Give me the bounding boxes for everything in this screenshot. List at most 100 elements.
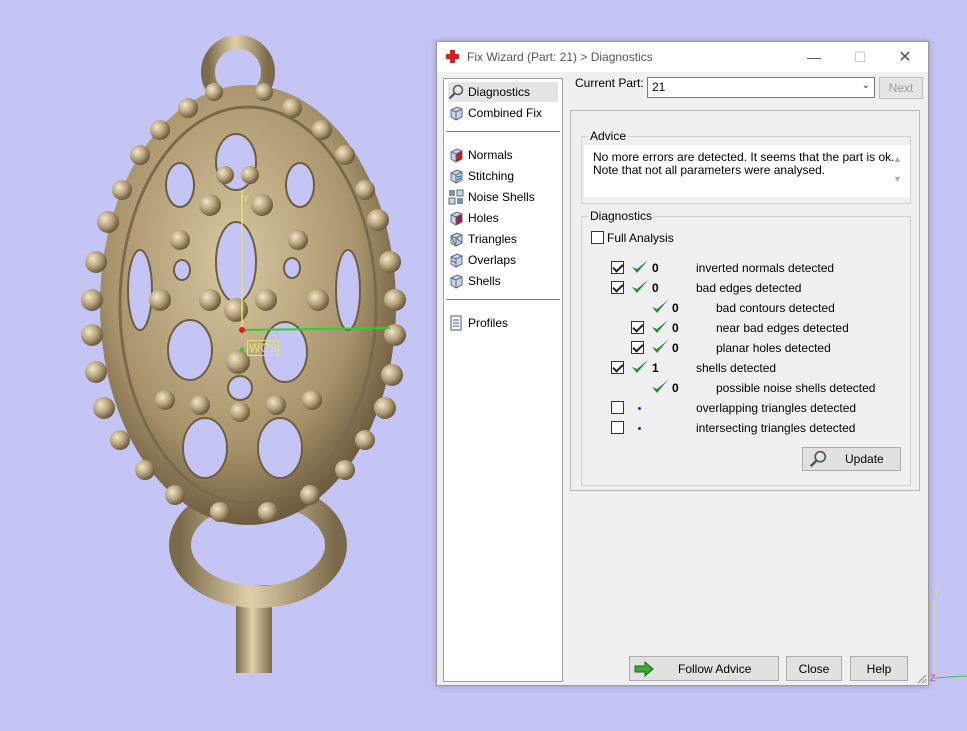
update-button[interactable]: Update: [802, 447, 901, 471]
near-bad-edges-count: 0: [672, 321, 679, 335]
advice-group: Advice No more errors are detected. It s…: [581, 129, 911, 204]
next-button[interactable]: Next: [879, 77, 923, 99]
chevron-down-icon: ⌄: [861, 80, 870, 91]
nav-label-combined-fix: Combined Fix: [468, 106, 543, 120]
minimize-button[interactable]: —: [799, 46, 829, 68]
nav-item-noise-shells[interactable]: Noise Shells: [448, 187, 535, 207]
green-check-icon: [632, 360, 648, 373]
close-window-button[interactable]: ✕: [890, 46, 920, 68]
wcs-label: WCS: [247, 340, 279, 356]
nav-separator: [446, 131, 560, 132]
resize-grip-icon[interactable]: [915, 672, 927, 684]
bad-edges-label: bad edges detected: [696, 281, 802, 295]
nav-item-normals[interactable]: Normals: [448, 145, 513, 165]
full-analysis-label: Full Analysis: [607, 231, 674, 245]
diagnostics-frame: Advice No more errors are detected. It s…: [570, 110, 920, 491]
scroll-down-icon[interactable]: ▼: [889, 169, 906, 189]
bad-contours-count: 0: [672, 301, 679, 315]
nav-separator: [446, 299, 560, 300]
noise-shells-count: 0: [672, 381, 679, 395]
nav-item-shells[interactable]: Shells: [448, 271, 501, 291]
overlapping-triangles-label: overlapping triangles detected: [696, 401, 857, 415]
noise-shells-icon: [448, 189, 464, 205]
cube-icon: [450, 106, 463, 121]
nav-label-profiles: Profiles: [468, 316, 509, 330]
intersecting-triangles-checkbox[interactable]: [611, 421, 624, 434]
nav-label-normals: Normals: [468, 148, 513, 162]
triangles-cube-icon: [450, 232, 463, 247]
corner-axis-z-label: Z: [930, 673, 936, 683]
advice-line-2: Note that not all parameters were analys…: [593, 163, 826, 177]
shells-cube-icon: [450, 274, 463, 289]
nav-item-combined-fix[interactable]: Combined Fix: [448, 103, 542, 123]
scroll-up-icon[interactable]: ▲: [889, 149, 906, 169]
dialog-title: Fix Wizard (Part: 21) > Diagnostics: [467, 50, 653, 64]
nav-item-overlaps[interactable]: Overlaps: [448, 250, 516, 270]
planar-holes-label: planar holes detected: [716, 341, 831, 355]
close-button[interactable]: Close: [786, 656, 842, 681]
nav-item-holes[interactable]: Holes: [448, 208, 499, 228]
nav-label-holes: Holes: [468, 211, 499, 225]
fix-wizard-nav: Diagnostics Combined Fix Normals Stitchi…: [443, 78, 563, 682]
update-label: Update: [845, 452, 884, 466]
pending-dot-icon: [638, 427, 641, 430]
holes-cube-icon: [450, 211, 463, 226]
current-part-label: Current Part:: [575, 76, 644, 90]
shells-count: 1: [652, 361, 659, 375]
green-check-icon: [652, 380, 668, 393]
diagnostics-group: Diagnostics Full Analysis 0 inverted nor…: [581, 209, 911, 486]
corner-axis-y-label: Y: [934, 588, 941, 598]
stitching-cube-icon: [450, 169, 463, 184]
near-bad-edges-checkbox[interactable]: [631, 321, 644, 334]
advice-scrollbar[interactable]: ▲ ▼: [889, 149, 906, 195]
full-analysis-checkbox[interactable]: [591, 231, 604, 244]
green-check-icon: [652, 320, 668, 333]
bad-contours-label: bad contours detected: [716, 301, 835, 315]
inverted-normals-label: inverted normals detected: [696, 261, 835, 275]
inverted-normals-count: 0: [652, 261, 659, 275]
fix-wizard-dialog: Fix Wizard (Part: 21) > Diagnostics — ☐ …: [436, 41, 929, 686]
green-check-icon: [632, 260, 648, 273]
magnifier-icon: [448, 84, 464, 100]
bad-edges-count: 0: [652, 281, 659, 295]
bad-edges-checkbox[interactable]: [611, 281, 624, 294]
near-bad-edges-label: near bad edges detected: [716, 321, 849, 335]
title-bar[interactable]: Fix Wizard (Part: 21) > Diagnostics — ☐ …: [437, 42, 928, 72]
overlapping-triangles-checkbox[interactable]: [611, 401, 624, 414]
help-button[interactable]: Help: [850, 656, 908, 681]
svg-text:Y: Y: [242, 193, 250, 205]
nav-label-triangles: Triangles: [468, 232, 517, 246]
pending-dot-icon: [638, 407, 641, 410]
nav-label-overlaps: Overlaps: [468, 253, 517, 267]
normals-cube-icon: [450, 148, 463, 163]
fix-wizard-cross-icon: [446, 50, 459, 63]
shells-checkbox[interactable]: [611, 361, 624, 374]
advice-text: No more errors are detected. It seems th…: [584, 145, 910, 197]
current-part-select[interactable]: 21 ⌄: [647, 77, 875, 98]
current-part-value: 21: [652, 80, 666, 94]
nav-item-diagnostics[interactable]: Diagnostics: [448, 82, 558, 102]
green-check-icon: [632, 280, 648, 293]
advice-title: Advice: [588, 129, 629, 143]
planar-holes-checkbox[interactable]: [631, 341, 644, 354]
inverted-normals-checkbox[interactable]: [611, 261, 624, 274]
nav-label-diagnostics: Diagnostics: [468, 85, 531, 99]
green-check-icon: [652, 300, 668, 313]
nav-item-triangles[interactable]: Triangles: [448, 229, 517, 249]
nav-label-noise-shells: Noise Shells: [468, 190, 535, 204]
green-arrow-right-icon: [634, 660, 654, 677]
noise-shells-label: possible noise shells detected: [716, 381, 876, 395]
follow-advice-button[interactable]: Follow Advice: [629, 656, 779, 681]
nav-item-stitching[interactable]: Stitching: [448, 166, 514, 186]
overlaps-cube-icon: [450, 253, 463, 268]
nav-label-stitching: Stitching: [468, 169, 515, 183]
maximize-button[interactable]: ☐: [845, 46, 875, 68]
follow-advice-label: Follow Advice: [678, 661, 752, 676]
magnifier-icon: [809, 450, 827, 468]
green-check-icon: [652, 340, 668, 353]
shells-label: shells detected: [696, 361, 777, 375]
profiles-document-icon: [450, 315, 462, 331]
planar-holes-count: 0: [672, 341, 679, 355]
nav-item-profiles[interactable]: Profiles: [448, 313, 508, 333]
intersecting-triangles-label: intersecting triangles detected: [696, 421, 856, 435]
